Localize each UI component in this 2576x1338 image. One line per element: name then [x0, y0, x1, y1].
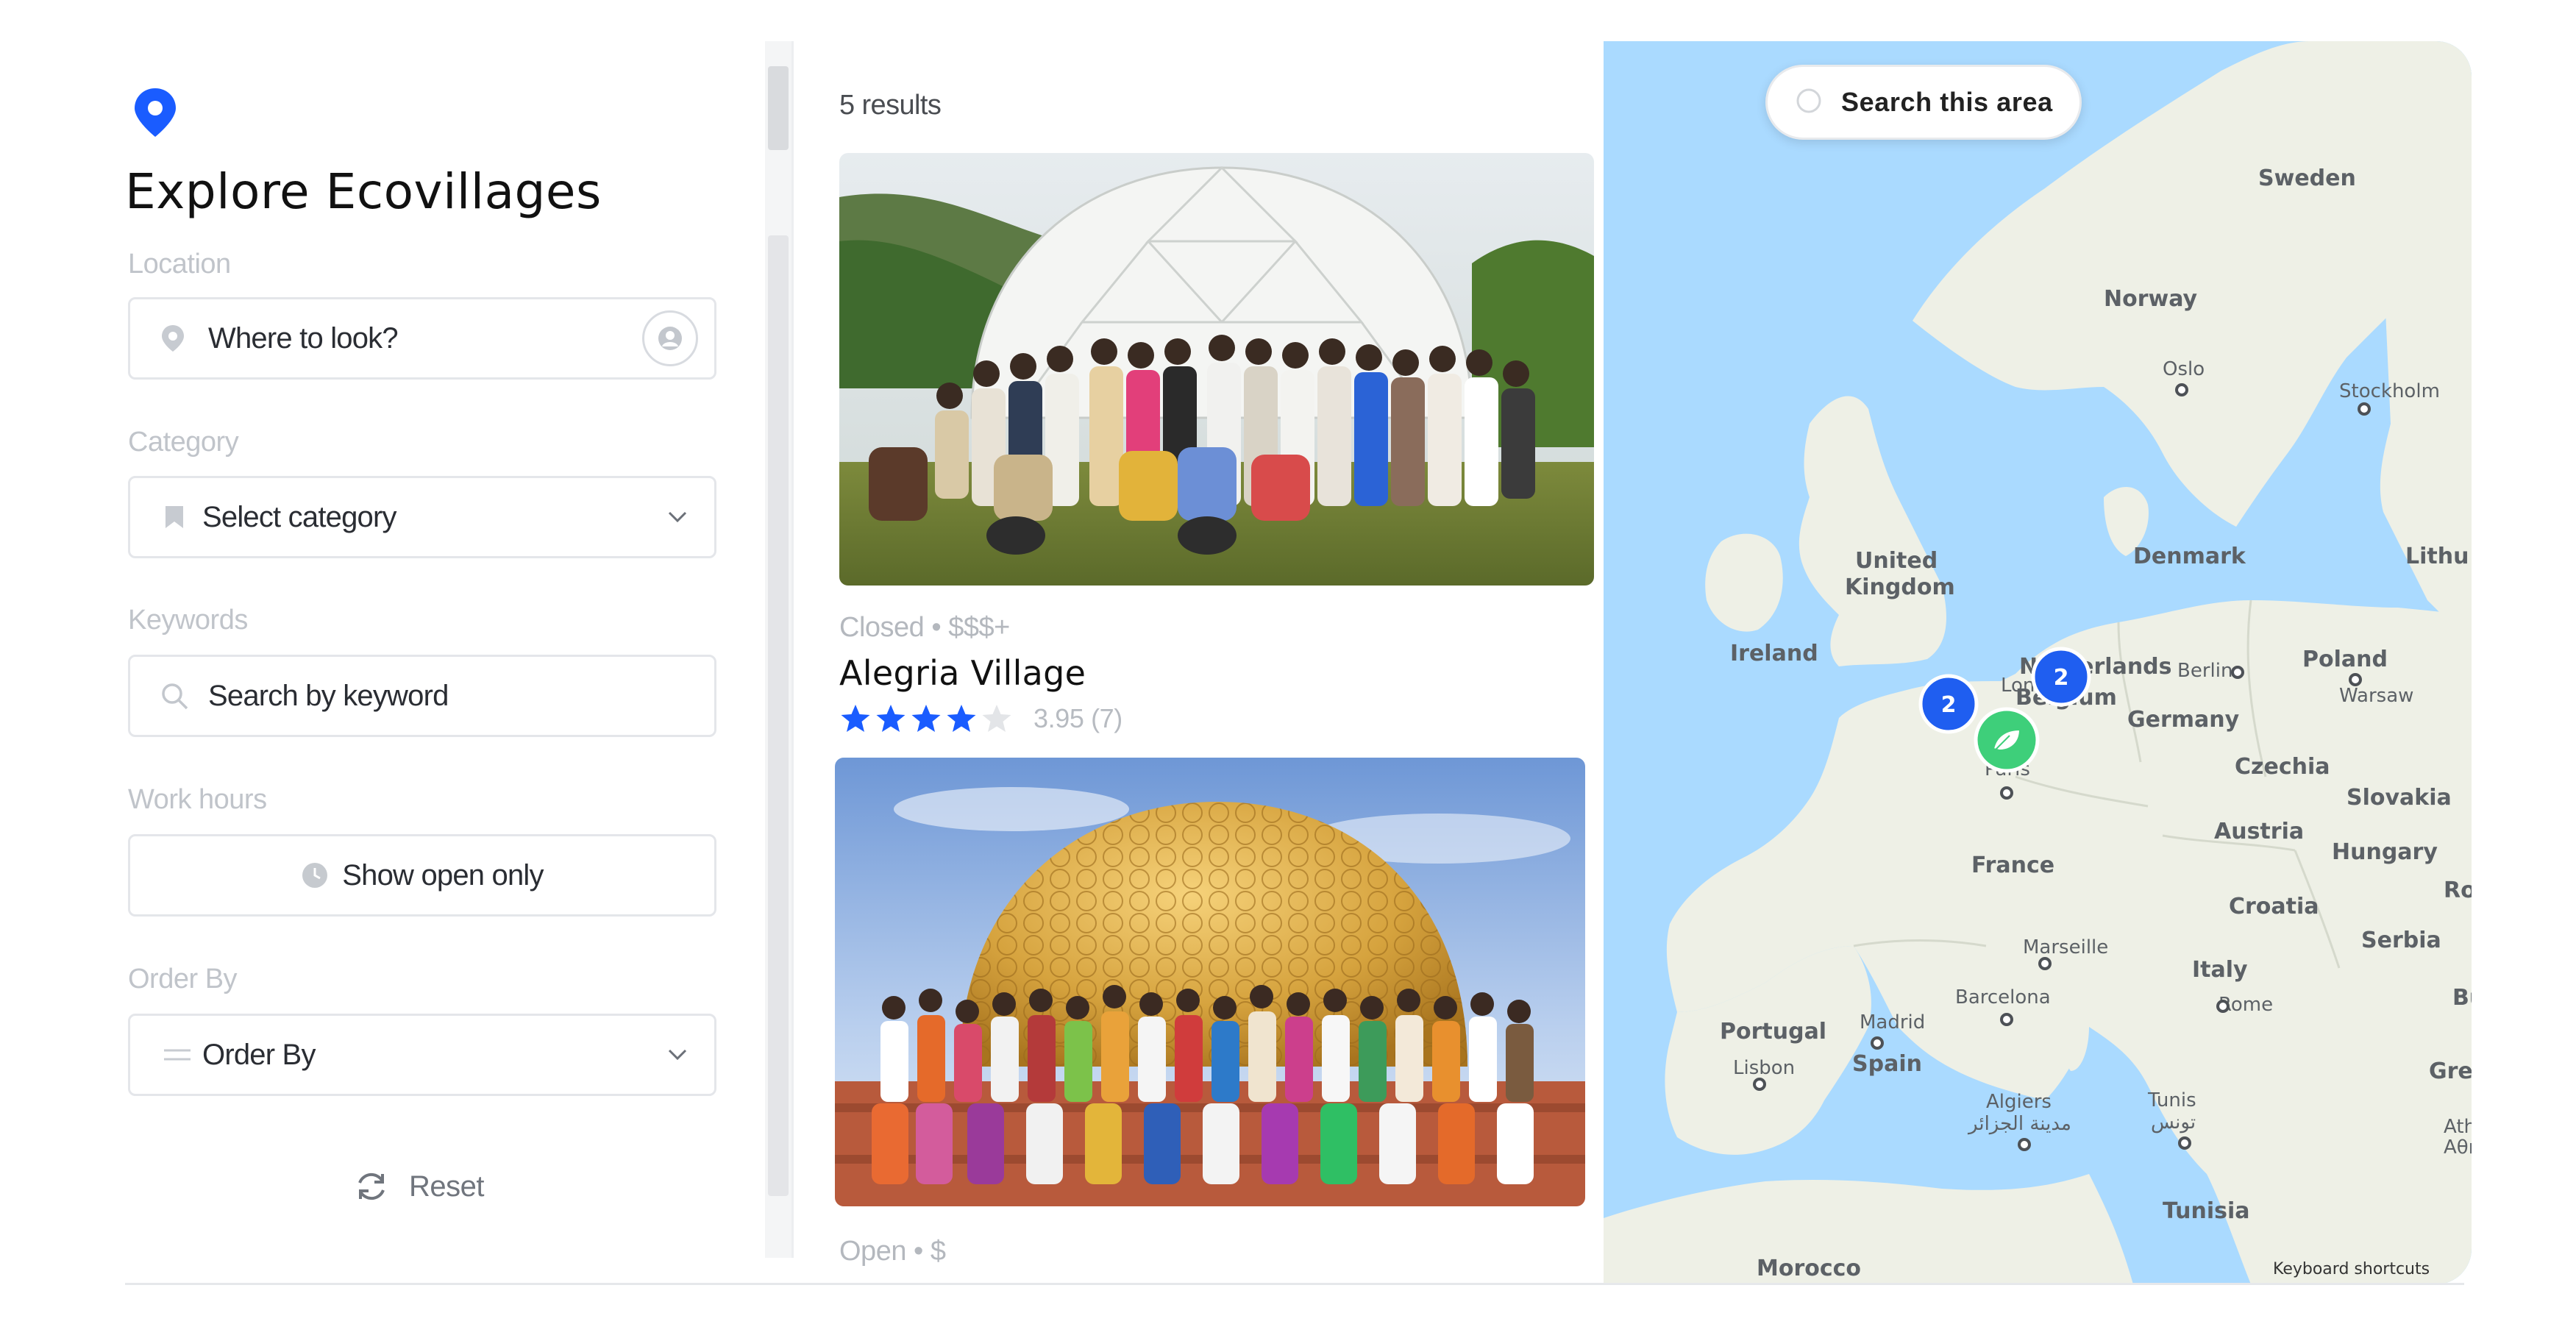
map-pin-icon — [162, 325, 184, 352]
map-label-warsaw: Warsaw — [2339, 685, 2413, 707]
orderby-label: Order By — [128, 964, 238, 994]
order-by-select[interactable]: Order By — [128, 1014, 716, 1096]
search-this-area-button[interactable]: Search this area — [1765, 65, 2082, 140]
location-input[interactable]: Where to look? — [128, 297, 716, 380]
map-label-algiers: Algiers — [1986, 1091, 2052, 1113]
results-list: 5 results Closed • $$$+ Alegria Village … — [794, 0, 1632, 1284]
listing-rating: 3.95 (7) — [839, 703, 1122, 734]
map-label-bu: Bu — [2452, 985, 2472, 1011]
map-label-hungary: Hungary — [2332, 839, 2438, 865]
page-title: Explore Ecovillages — [125, 163, 602, 220]
refresh-icon — [358, 1172, 385, 1200]
map-view[interactable]: Sweden Norway Denmark Lithu United Kingd… — [1604, 41, 2472, 1284]
map-pin-icon — [135, 88, 176, 137]
reset-label: Reset — [409, 1170, 485, 1203]
page-divider — [125, 1283, 2464, 1285]
bookmark-icon — [166, 506, 183, 528]
locate-user-icon — [658, 327, 682, 350]
map-label-berlin: Berlin — [2177, 660, 2232, 682]
filter-scroll-thumb[interactable] — [768, 66, 789, 150]
map-label-ro: Ro — [2444, 878, 2472, 903]
listing-image-second[interactable] — [835, 758, 1585, 1206]
map-label-austria: Austria — [2214, 819, 2304, 844]
category-select[interactable]: Select category — [128, 476, 716, 558]
cluster-marker[interactable]: 2 — [2031, 647, 2091, 707]
filter-panel: Explore Ecovillages Location Where to lo… — [0, 0, 765, 1284]
map-attribution[interactable]: Keyboard shortcuts — [2273, 1260, 2430, 1278]
results-count: 5 results — [839, 90, 942, 121]
map-label-sweden: Sweden — [2258, 166, 2356, 191]
map-label-ireland: Ireland — [1730, 641, 1818, 666]
keyword-search-input[interactable]: Search by keyword — [128, 655, 716, 737]
listing-rating-text: 3.95 (7) — [1033, 703, 1122, 733]
map-label-croatia: Croatia — [2229, 894, 2319, 919]
search-this-area-label: Search this area — [1841, 87, 2053, 117]
map-label-lisbon: Lisbon — [1733, 1057, 1795, 1079]
search-icon — [162, 683, 188, 710]
map-label-algiers-ar: مدينة الجزائر — [1967, 1113, 2071, 1135]
star-icon — [911, 705, 941, 732]
location-label: Location — [128, 249, 231, 280]
star-icon — [876, 705, 905, 732]
map-label-poland: Poland — [2302, 647, 2388, 672]
star-icon — [841, 705, 870, 732]
map-label-lithu: Lithu — [2405, 544, 2469, 569]
category-value: Select category — [202, 500, 397, 533]
order-by-value: Order By — [202, 1038, 316, 1071]
cluster-count: 2 — [2054, 665, 2069, 691]
map-label-athens: Athe — [2444, 1116, 2472, 1138]
listing-photo — [835, 758, 1585, 1206]
map-label-norway: Norway — [2104, 286, 2198, 312]
map-label-stockholm: Stockholm — [2339, 380, 2440, 402]
map-label-italy: Italy — [2192, 957, 2248, 983]
map-label-kingdom: Kingdom — [1845, 574, 1955, 600]
map-label-czechia: Czechia — [2235, 754, 2330, 780]
listing-status: Open • $ — [839, 1236, 946, 1267]
star-icon — [982, 705, 1011, 732]
map-label-slovakia: Slovakia — [2346, 785, 2452, 811]
map-label-portugal: Portugal — [1720, 1019, 1826, 1045]
listing-title[interactable]: Alegria Village — [839, 653, 1086, 693]
location-placeholder: Where to look? — [208, 321, 399, 355]
keyword-placeholder: Search by keyword — [208, 679, 449, 712]
star-icon — [947, 705, 976, 732]
map-label-tunis: Tunis — [2147, 1089, 2196, 1111]
map-label-marseille: Marseille — [2023, 936, 2108, 958]
listing-photo — [839, 153, 1594, 586]
map-label-united: United — [1855, 548, 1938, 574]
show-open-only-button[interactable]: Show open only — [128, 834, 716, 917]
map-label-denmark: Denmark — [2133, 544, 2246, 569]
workhours-label: Work hours — [128, 784, 267, 815]
cluster-marker[interactable]: 2 — [1918, 674, 1979, 734]
listing-image-alegria[interactable] — [839, 153, 1594, 586]
map-label-barcelona: Barcelona — [1955, 986, 2051, 1008]
map-label-oslo: Oslo — [2163, 358, 2205, 380]
map-label-athens-greek: Αθήν — [2444, 1136, 2472, 1159]
map-label-tunisia: Tunisia — [2163, 1198, 2250, 1224]
chevron-down-icon — [668, 1049, 687, 1061]
order-lines-icon — [164, 1049, 191, 1061]
show-open-only-label: Show open only — [342, 858, 544, 892]
map-label-serbia: Serbia — [2361, 928, 2441, 953]
cluster-count: 2 — [1941, 692, 1957, 718]
map-label-spain: Spain — [1852, 1051, 1922, 1077]
listing-status: Closed • $$$+ — [839, 612, 1010, 643]
map-label-greece: Greec — [2429, 1058, 2472, 1084]
map-label-tunis-ar: تونس — [2151, 1111, 2196, 1134]
chevron-down-icon — [668, 511, 687, 523]
map-label-madrid: Madrid — [1860, 1011, 1925, 1033]
map-label-france: France — [1971, 853, 2054, 878]
map-label-germany: Germany — [2127, 707, 2240, 733]
keywords-label: Keywords — [128, 605, 248, 636]
reset-button[interactable]: Reset — [353, 1168, 485, 1205]
map-label-morocco: Morocco — [1757, 1256, 1861, 1281]
ecovillage-marker[interactable] — [1974, 707, 2040, 773]
clock-icon — [302, 863, 328, 888]
filter-scroll-bar[interactable] — [768, 235, 789, 1196]
search-icon — [1796, 88, 1821, 113]
map-canvas[interactable]: Sweden Norway Denmark Lithu United Kingd… — [1604, 41, 2472, 1284]
locate-user-button[interactable] — [642, 310, 698, 366]
category-label: Category — [128, 427, 239, 458]
